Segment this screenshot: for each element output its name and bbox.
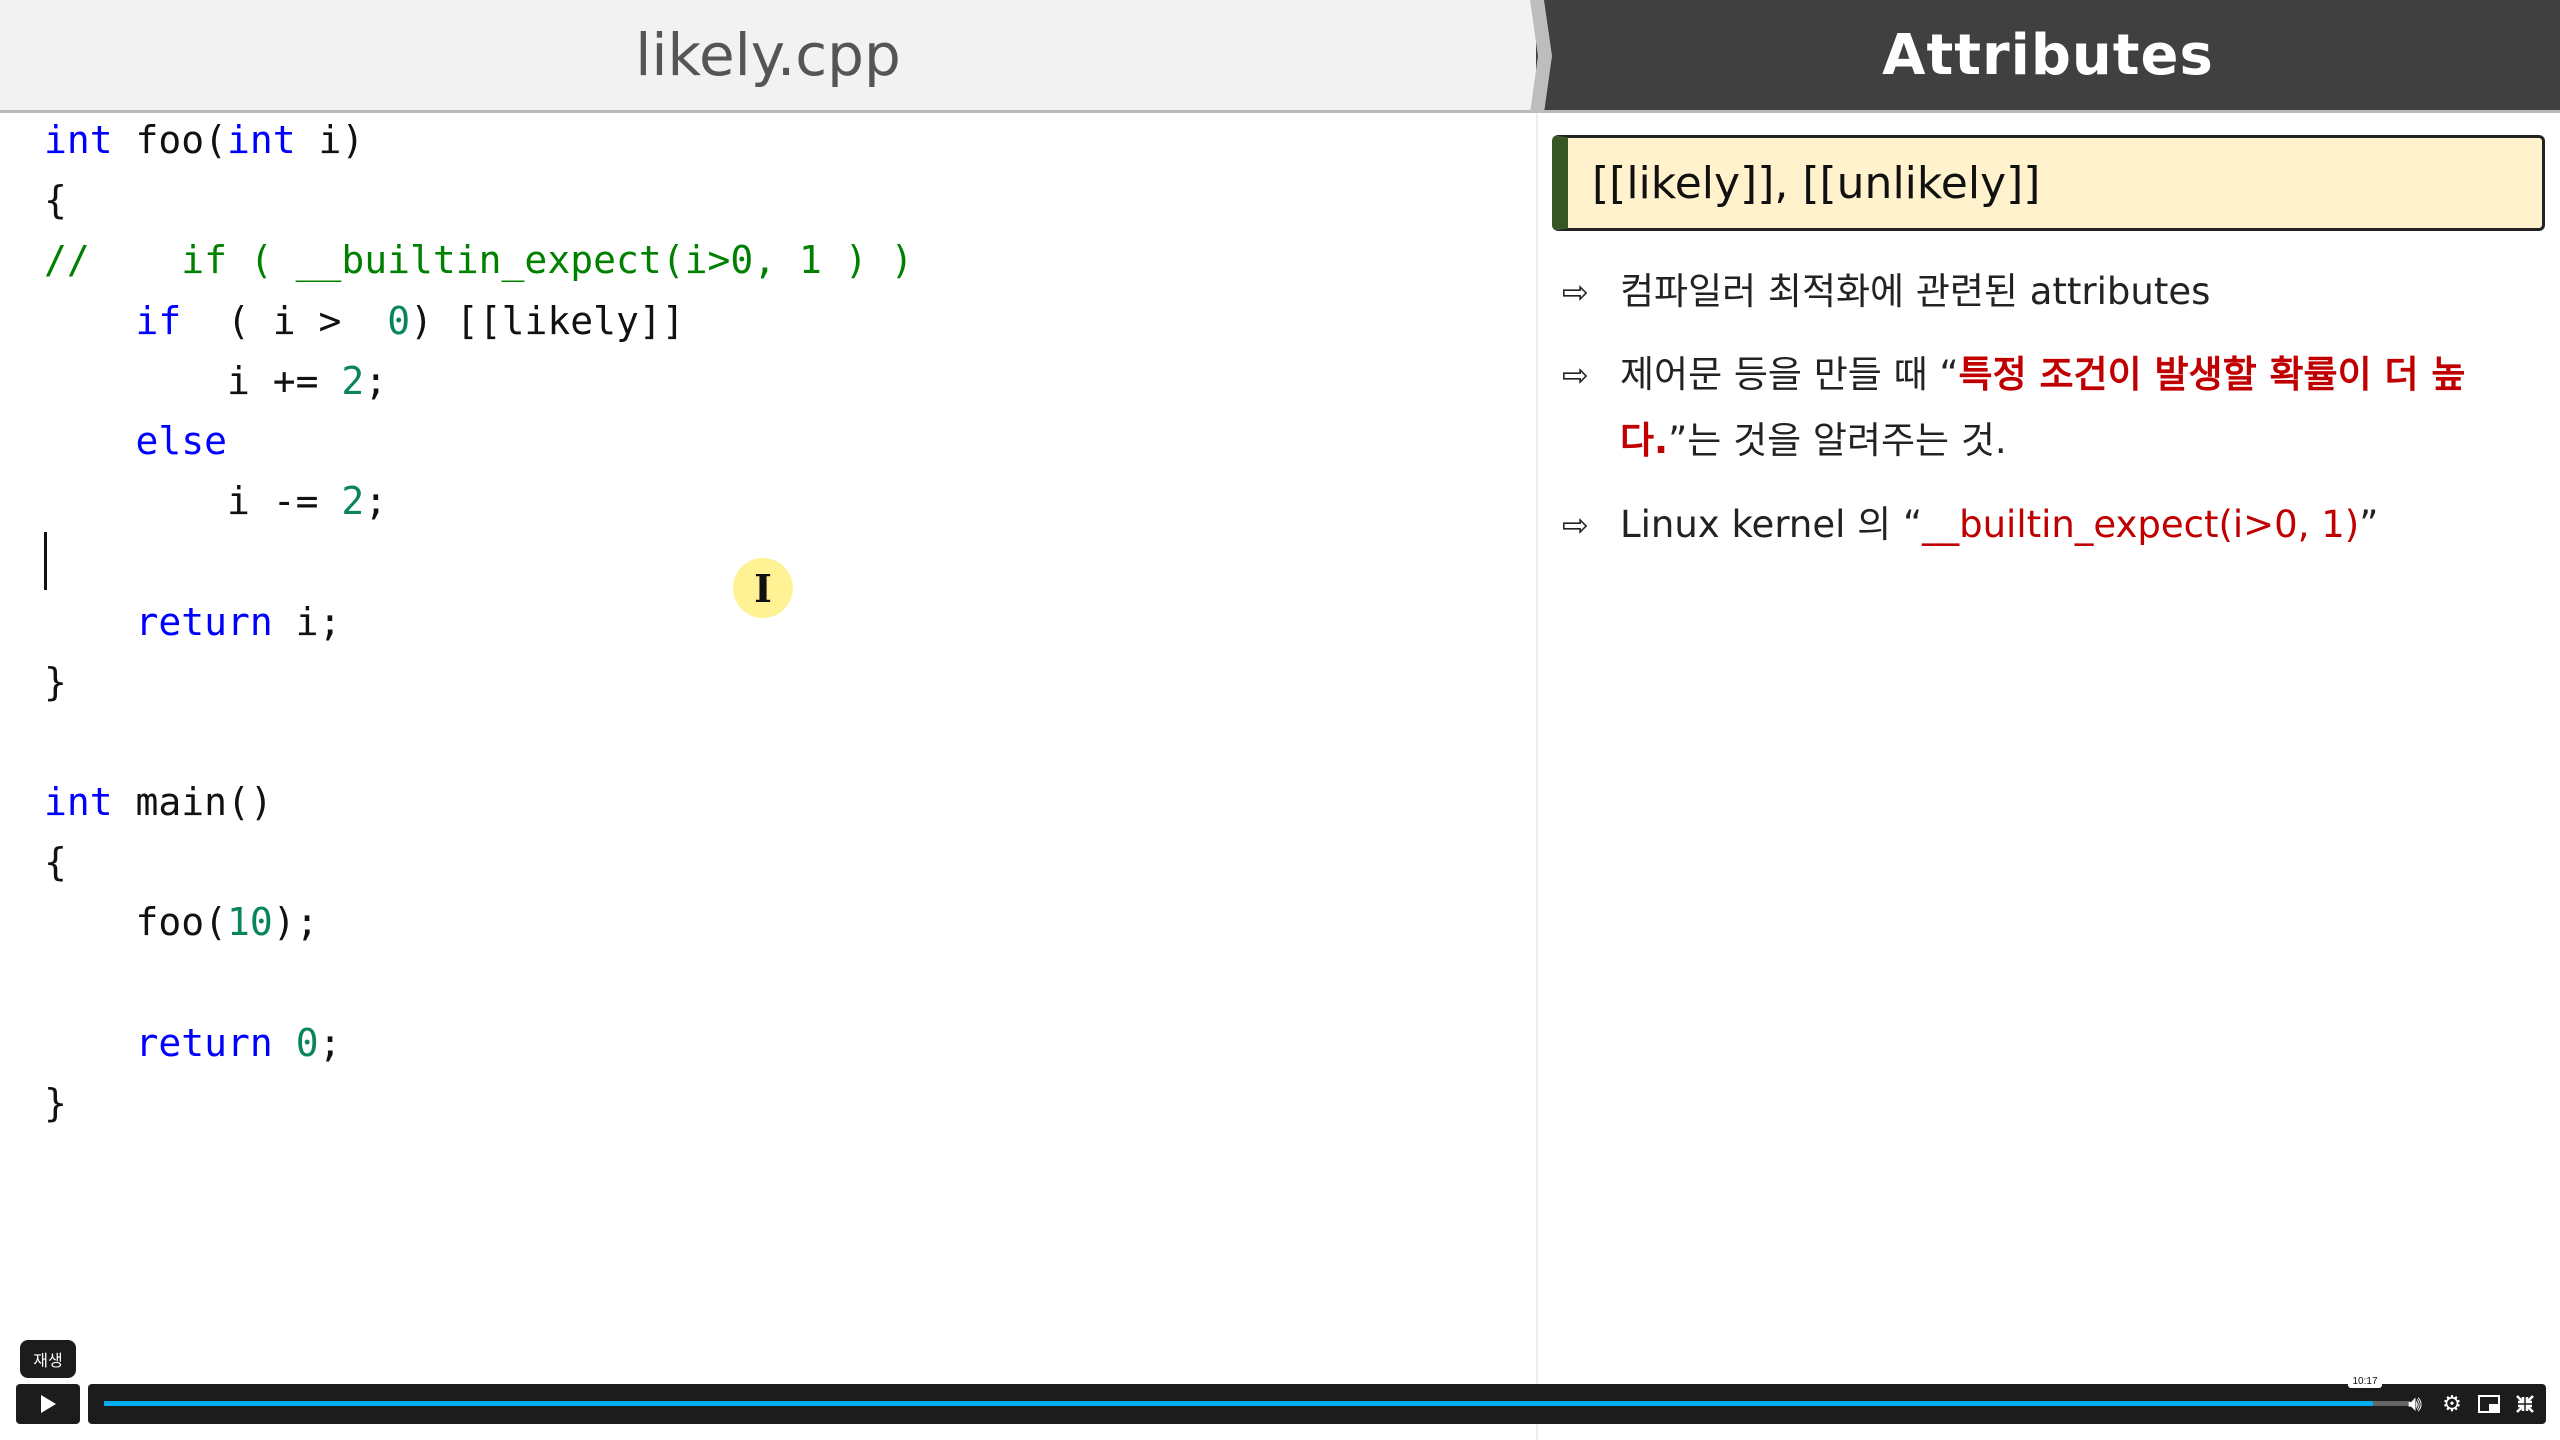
code-token: main() [112, 780, 273, 825]
code-line: if ( i > 0) [[likely]] [44, 291, 913, 351]
code-token: ; [364, 358, 388, 403]
arrow-icon: ⇨ [1562, 506, 1589, 544]
keyword-token: int [44, 118, 113, 162]
code-token: { [44, 840, 67, 885]
slide-title-bar: Attributes [1536, 0, 2560, 113]
editor-title-bar: likely.cpp [0, 0, 1536, 113]
time-tooltip: 10:17 [2348, 1374, 2382, 1388]
chevron-divider-icon [1530, 0, 1552, 113]
code-line: int main() [44, 772, 913, 832]
code-token: i += [44, 358, 342, 403]
number-token: 0 [387, 298, 411, 343]
bullet-text: Linux kernel 의 “__builtin_expect(i>0, 1)… [1562, 492, 2522, 558]
exit-fullscreen-icon [2516, 1395, 2534, 1413]
code-line: // if ( __builtin_expect(i>0, 1 ) ) [44, 230, 913, 290]
attributes-heading-box: [[likely]], [[unlikely]] [1552, 135, 2545, 231]
exit-fullscreen-button[interactable] [2512, 1392, 2538, 1416]
code-token: ; [318, 1020, 342, 1065]
bullet-text: 컴파일러 최적화에 관련된 attributes [1620, 270, 2211, 313]
bullet-text-post: ” [2359, 503, 2379, 546]
slide-title: Attributes [1882, 22, 2214, 88]
code-token: i -= [44, 479, 342, 524]
code-token: foo( [112, 118, 228, 162]
code-token: } [44, 1081, 67, 1125]
play-tooltip: 재생 [20, 1340, 76, 1378]
code-token: } [44, 659, 67, 704]
number-token: 2 [341, 479, 365, 524]
code-line: { [44, 832, 913, 892]
play-icon [41, 1395, 56, 1413]
bullet-3: ⇨ Linux kernel 의 “__builtin_expect(i>0, … [1562, 492, 2522, 558]
code-editor[interactable]: int foo(int i){// if ( __builtin_expect(… [44, 110, 913, 1133]
pip-button[interactable] [2476, 1392, 2502, 1416]
code-line: i += 2; [44, 351, 913, 411]
number-token: 2 [341, 358, 365, 403]
keyword-token: return [135, 1020, 273, 1065]
code-token: i; [272, 599, 342, 644]
bullet-text-post: ”는 것을 알려주는 것. [1668, 419, 2007, 462]
arrow-icon: ⇨ [1562, 356, 1589, 394]
picture-in-picture-icon [2478, 1395, 2500, 1413]
keyword-token: else [135, 418, 228, 463]
code-line: { [44, 170, 913, 230]
seek-bar[interactable] [104, 1401, 2410, 1406]
arrow-icon: ⇨ [1562, 273, 1589, 311]
file-name: likely.cpp [635, 21, 901, 89]
code-token: ); [272, 900, 319, 945]
comment-token: // if ( __builtin_expect(i>0, 1 ) ) [44, 238, 914, 283]
number-token: 0 [295, 1020, 319, 1065]
code-line: foo(10); [44, 892, 913, 952]
mouse-ibeam-cursor-icon: I [733, 558, 793, 618]
player-control-bar [88, 1384, 2546, 1424]
keyword-token: return [135, 599, 273, 644]
code-line: } [44, 1073, 913, 1133]
code-line: } [44, 652, 913, 712]
keyword-token: int [44, 780, 113, 825]
code-line: i -= 2; [44, 471, 913, 531]
volume-icon[interactable]: 🔊︎ [2402, 1392, 2428, 1417]
play-button[interactable] [16, 1384, 80, 1424]
bullet-text: 제어문 등을 만들 때 “특정 조건이 발생할 확률이 더 높다.”는 것을 알… [1562, 342, 2522, 474]
code-token: i) [295, 118, 365, 162]
bullet-text-pre: Linux kernel 의 “ [1620, 503, 1923, 546]
keyword-token: int [227, 118, 296, 162]
seek-progress [104, 1401, 2374, 1406]
text-caret [44, 532, 47, 590]
number-token: 10 [227, 900, 273, 945]
bullet-highlight: __builtin_expect(i>0, 1) [1922, 503, 2360, 546]
code-token: ; [364, 479, 388, 524]
keyword-token: if [135, 298, 182, 343]
panel-divider [1536, 113, 1538, 1440]
settings-gear-icon[interactable]: ⚙ [2439, 1392, 2465, 1417]
bullet-2: ⇨ 제어문 등을 만들 때 “특정 조건이 발생할 확률이 더 높다.”는 것을… [1562, 342, 2522, 474]
code-token: foo( [44, 900, 228, 945]
code-line: return 0; [44, 1013, 913, 1073]
bullet-1: ⇨ 컴파일러 최적화에 관련된 attributes [1562, 259, 2522, 325]
code-token: ( i > [181, 298, 388, 343]
code-token: ) [[likely]] [410, 298, 685, 343]
box-title: [[likely]], [[unlikely]] [1592, 157, 2041, 209]
code-line: else [44, 411, 913, 471]
code-line: int foo(int i) [44, 110, 913, 170]
bullet-text-pre: 제어문 등을 만들 때 “ [1620, 353, 1959, 396]
code-token: { [44, 178, 67, 223]
